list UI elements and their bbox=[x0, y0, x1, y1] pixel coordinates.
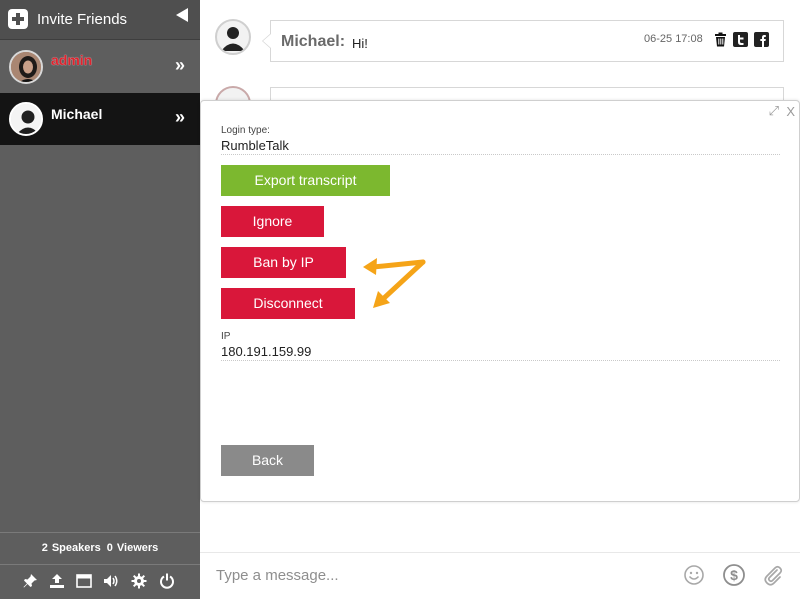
power-icon[interactable] bbox=[159, 573, 175, 589]
admin-avatar-image bbox=[11, 52, 41, 82]
avatar bbox=[9, 50, 43, 84]
facebook-icon[interactable] bbox=[754, 32, 769, 47]
sidebar: Invite Friends admin » Michael » 2 Speake… bbox=[0, 0, 200, 599]
viewers-label: Viewers bbox=[116, 542, 159, 554]
user-item-admin[interactable]: admin » bbox=[0, 41, 200, 93]
gear-icon[interactable] bbox=[131, 573, 147, 589]
plus-icon[interactable] bbox=[8, 9, 28, 29]
default-user-icon bbox=[11, 104, 41, 134]
ignore-button[interactable]: Ignore bbox=[221, 206, 324, 237]
emoji-icon[interactable] bbox=[682, 563, 706, 587]
collapse-sidebar-icon[interactable] bbox=[176, 8, 188, 22]
audience-stats: 2 Speakers 0 Viewers bbox=[0, 532, 200, 564]
expand-icon[interactable]: ⤢ bbox=[769, 103, 779, 119]
invite-friends-bar[interactable]: Invite Friends bbox=[0, 0, 200, 40]
window-icon[interactable] bbox=[76, 573, 92, 589]
user-item-michael[interactable]: Michael » bbox=[0, 93, 200, 145]
message-text: Hi! bbox=[352, 36, 368, 51]
ban-by-ip-button[interactable]: Ban by IP bbox=[221, 247, 346, 278]
message-avatar bbox=[215, 19, 251, 55]
default-user-icon bbox=[221, 27, 245, 51]
speakers-count: 2 bbox=[41, 542, 48, 554]
back-button[interactable]: Back bbox=[221, 445, 314, 476]
invite-friends-label[interactable]: Invite Friends bbox=[37, 11, 127, 28]
close-icon[interactable]: X bbox=[786, 104, 795, 119]
user-name-admin: admin bbox=[51, 52, 93, 68]
avatar bbox=[9, 102, 43, 136]
paperclip-icon[interactable] bbox=[761, 563, 785, 587]
message-bubble: Michael: Hi! 06-25 17:08 bbox=[262, 20, 784, 62]
dollar-icon[interactable]: $ bbox=[722, 563, 746, 587]
svg-text:$: $ bbox=[730, 567, 738, 583]
login-type-label: Login type: bbox=[221, 125, 270, 136]
chevron-right-icon[interactable]: » bbox=[175, 107, 185, 128]
disconnect-button[interactable]: Disconnect bbox=[221, 288, 355, 319]
speakers-label: Speakers bbox=[51, 542, 101, 554]
annotation-arrows bbox=[363, 258, 426, 308]
user-name-michael: Michael bbox=[51, 106, 103, 122]
message-sender[interactable]: Michael: bbox=[281, 33, 345, 51]
sidebar-toolbar bbox=[0, 564, 200, 599]
viewers-count: 0 bbox=[106, 542, 113, 554]
export-transcript-button[interactable]: Export transcript bbox=[221, 165, 390, 196]
message-time: 06-25 17:08 bbox=[644, 33, 703, 45]
ip-value: 180.191.159.99 bbox=[221, 344, 780, 361]
login-type-value: RumbleTalk bbox=[221, 138, 780, 155]
twitter-icon[interactable] bbox=[733, 32, 748, 47]
pin-icon[interactable] bbox=[22, 573, 38, 589]
ip-label: IP bbox=[221, 331, 231, 342]
user-actions-panel: ⤢ X Login type: RumbleTalk Export transc… bbox=[200, 100, 800, 502]
upload-icon[interactable] bbox=[49, 573, 65, 589]
chevron-right-icon[interactable]: » bbox=[175, 55, 185, 76]
message-composer: $ bbox=[200, 552, 800, 599]
message-input[interactable] bbox=[216, 561, 656, 589]
speaker-icon[interactable] bbox=[103, 573, 119, 589]
trash-icon[interactable] bbox=[713, 32, 728, 47]
